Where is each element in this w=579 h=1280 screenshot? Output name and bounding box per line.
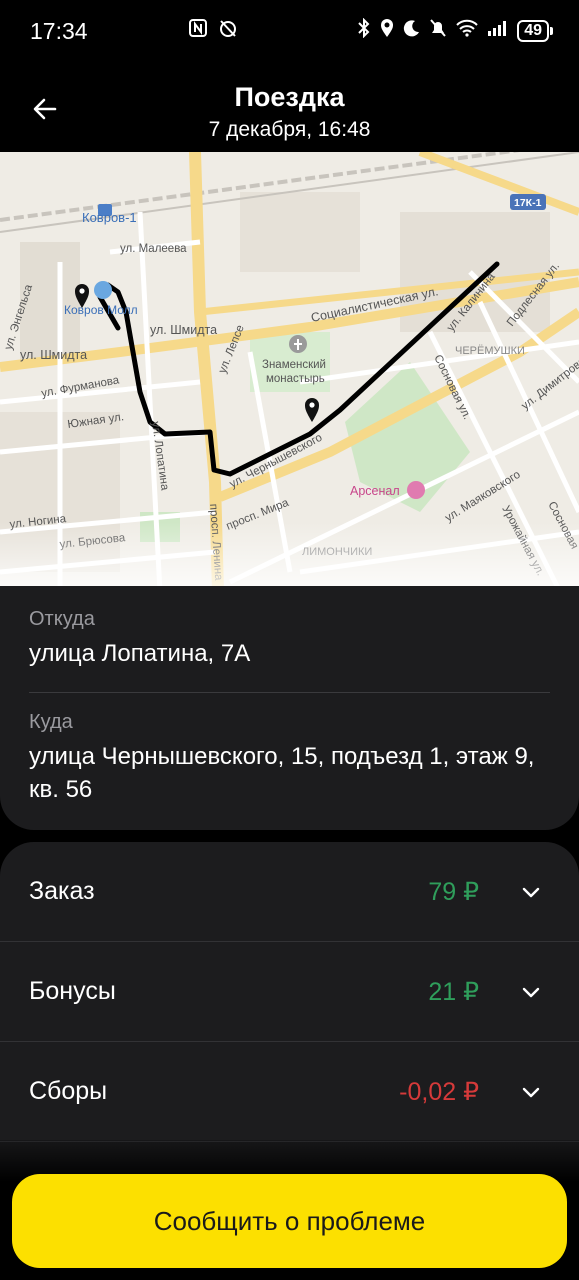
road-badge: 17К-1 (514, 197, 542, 209)
map-label-shmidta-2: ул. Шмидта (20, 348, 87, 362)
map-label-monastery-1: Знаменский (262, 359, 326, 371)
cost-row-fees[interactable]: Сборы -0,02 ₽ (0, 1042, 579, 1142)
battery-indicator: 49 (517, 20, 553, 42)
map-label-maleeva: ул. Малеева (120, 243, 187, 255)
status-right-icons: 49 (357, 17, 553, 44)
map-label-limonchiki: ЛИМОНЧИКИ (302, 546, 372, 558)
map-label-kovrov-mall: Ковров Молл (64, 303, 138, 317)
wifi-icon (455, 19, 479, 43)
map-label-arsenal: Арсенал (350, 484, 400, 498)
cost-row-bonuses[interactable]: Бонусы 21 ₽ (0, 942, 579, 1042)
to-label: Куда (29, 711, 73, 733)
chevron-down-icon (522, 1087, 540, 1098)
status-bar: 17:34 49 (0, 0, 579, 62)
cost-card: Заказ 79 ₽ Бонусы 21 ₽ Сборы -0,02 ₽ (0, 842, 579, 1182)
map-label-kovrov1: Ковров-1 (82, 210, 137, 225)
moon-icon (403, 19, 421, 43)
report-problem-button[interactable]: Сообщить о проблеме (12, 1174, 567, 1268)
signal-icon (487, 19, 509, 43)
map-label-cheremushki: ЧЕРЁМУШКИ (455, 345, 525, 357)
header: Поездка 7 декабря, 16:48 (0, 62, 579, 152)
chevron-down-icon (522, 887, 540, 898)
status-time: 17:34 (30, 17, 88, 44)
cost-value: 79 ₽ (428, 877, 479, 906)
map-label-shmidta-1: ул. Шмидта (150, 323, 217, 337)
trip-datetime: 7 декабря, 16:48 (208, 118, 371, 141)
mall-icon (94, 281, 112, 299)
cost-label: Заказ (29, 877, 95, 905)
cost-value: -0,02 ₽ (399, 1077, 479, 1106)
page-title: Поездка (234, 82, 345, 112)
location-icon (379, 18, 395, 44)
bell-off-icon (429, 18, 447, 44)
to-address: улица Чернышевского, 15, подъезд 1, этаж… (29, 743, 535, 803)
address-divider (29, 692, 550, 693)
cost-value: 21 ₽ (428, 977, 479, 1006)
bluetooth-icon (357, 17, 371, 44)
cost-label: Сборы (29, 1077, 108, 1105)
status-left-icons (188, 18, 238, 44)
route-map[interactable]: Ковров-1 ул. Малеева Ковров Молл ул. Шми… (0, 152, 579, 592)
from-address: улица Лопатина, 7А (29, 640, 251, 667)
arsenal-icon (407, 481, 425, 499)
address-card: Откуда улица Лопатина, 7А Куда улица Чер… (0, 586, 579, 830)
from-label: Откуда (29, 608, 95, 630)
cost-row-order[interactable]: Заказ 79 ₽ (0, 842, 579, 942)
alarm-off-icon (218, 18, 238, 44)
map-label-monastery-2: монастырь (266, 373, 325, 385)
chevron-down-icon (522, 987, 540, 998)
nfc-icon (188, 18, 208, 44)
cost-label: Бонусы (29, 977, 116, 1005)
